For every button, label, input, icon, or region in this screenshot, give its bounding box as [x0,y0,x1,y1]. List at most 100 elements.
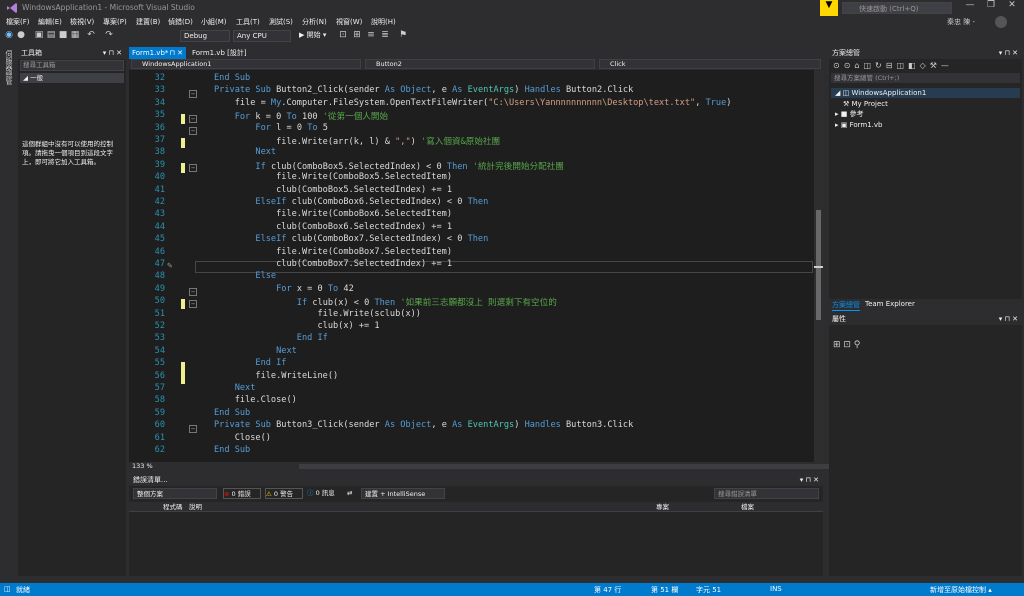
new-project-icon[interactable]: ▣ [34,30,44,40]
start-button[interactable]: ▶ 開始 ▾ [296,30,332,42]
warnings-filter-button[interactable]: ⚠ 0 警告 [265,488,303,499]
collapse-icon[interactable]: − [189,425,197,433]
code-line[interactable]: club(ComboBox5.SelectedIndex) += 1 [214,185,452,195]
tab-form1-vb[interactable]: Form1.vb* ⊓ ✕ [129,47,186,59]
toolbar-icon-b[interactable]: ⊞ [352,30,362,40]
panel-controls-icon[interactable]: ▾ ⊓ ✕ [999,313,1018,325]
menu-view[interactable]: 檢視(V) [70,17,94,27]
maximize-button[interactable]: ❐ [981,0,1001,14]
code-line[interactable]: Next [214,383,256,393]
menu-tools[interactable]: 工具(T) [236,17,260,27]
menu-build[interactable]: 建置(B) [136,17,160,27]
code-line[interactable]: End If [214,358,286,368]
editor-vertical-scrollbar[interactable] [814,70,823,462]
code-line[interactable]: file.Write(ComboBox5.SelectedItem) [214,172,452,182]
code-line[interactable]: file.WriteLine() [214,371,338,381]
code-line[interactable]: End Sub [214,73,250,83]
panel-controls-icon[interactable]: ▾ ⊓ ✕ [800,475,819,486]
code-line[interactable]: ElseIf club(ComboBox6.SelectedIndex) < 0… [214,197,488,207]
collapse-icon[interactable]: − [189,90,197,98]
code-line[interactable]: Next [214,346,297,356]
code-line[interactable]: Next [214,147,276,157]
tree-item-form1[interactable]: ▸ ▣ Form1.vb [835,120,883,130]
menu-debug[interactable]: 偵錯(D) [168,17,193,27]
code-line[interactable]: If club(ComboBox5.SelectedIndex) < 0 The… [214,160,564,172]
avatar[interactable] [995,16,1007,28]
column-file[interactable]: 檔案 [741,502,754,512]
save-all-icon[interactable]: ▦ [70,30,80,40]
add-to-source-control-button[interactable]: 新增至原始檔控制 ▴ [930,585,992,595]
code-line[interactable]: file.Write(sclub(x)) [214,309,420,319]
tab-form1-design[interactable]: Form1.vb [設計] [189,47,269,59]
filter-icon[interactable]: ⇄ [347,488,357,499]
server-explorer-tab[interactable]: 伺服器總管 [0,46,16,576]
code-editor[interactable]: 32 End Sub 33 Private Sub Button2_Click(sen… [129,70,814,462]
close-button[interactable]: ✕ [1002,0,1022,14]
project-dropdown[interactable]: WindowsApplication1 [131,59,361,69]
redo-icon[interactable]: ↷ [104,30,114,40]
object-dropdown[interactable]: Button2 [365,59,595,69]
solution-search-input[interactable]: 搜尋方案總管 (Ctrl+;) [831,73,1020,83]
code-line[interactable]: Private Sub Button2_Click(sender As Obje… [214,85,633,95]
code-line[interactable]: For x = 0 To 42 [214,284,354,294]
menu-test[interactable]: 測試(S) [269,17,293,27]
close-icon[interactable]: ⊓ ✕ [169,47,183,59]
toolbar-icon-c[interactable]: ≡ [366,30,376,40]
code-line[interactable]: file.Write(arr(k, l) & ",") '寫入個資&原始社團 [214,135,500,147]
menu-analyze[interactable]: 分析(N) [302,17,327,27]
zoom-level[interactable]: 133 % [132,462,153,470]
menu-edit[interactable]: 編輯(E) [38,17,62,27]
error-search-input[interactable]: 搜尋錯誤清單 [714,488,819,499]
bookmark-icon[interactable]: ⚑ [398,30,408,40]
toolbar-icon-a[interactable]: ⊡ [338,30,348,40]
menu-help[interactable]: 說明(H) [371,17,396,27]
errors-filter-button[interactable]: ⊗ 0 錯誤 [223,488,261,499]
tree-solution[interactable]: ◢ ◫ WindowsApplication1 [831,88,1020,98]
code-line[interactable]: club(x) += 1 [214,321,379,331]
event-dropdown[interactable]: Click [599,59,821,69]
column-description[interactable]: 說明 [189,502,202,512]
toolbox-group-general[interactable]: ◢ 一般 [20,73,124,83]
scope-dropdown[interactable]: 整個方案 [133,488,217,499]
menu-team[interactable]: 小組(M) [201,17,227,27]
code-line[interactable]: End Sub [214,408,250,418]
menu-project[interactable]: 專案(P) [103,17,127,27]
back-icon[interactable]: ◉ [4,30,14,40]
undo-icon[interactable]: ↶ [86,30,96,40]
code-line[interactable]: Else [214,271,276,281]
code-line[interactable]: End If [214,333,328,343]
code-line[interactable]: If club(x) < 0 Then '如果前三志願都沒上 則選剩下有空位的 [214,296,557,308]
menu-file[interactable]: 檔案(F) [6,17,30,27]
collapse-icon[interactable]: − [189,300,197,308]
collapse-icon[interactable]: − [189,115,197,123]
save-icon[interactable]: ■ [58,30,68,40]
build-filter-dropdown[interactable]: 建置 + IntelliSense [361,488,445,499]
code-line[interactable]: Private Sub Button3_Click(sender As Obje… [214,420,633,430]
code-line[interactable]: ElseIf club(ComboBox7.SelectedIndex) < 0… [214,234,488,244]
code-line[interactable]: club(ComboBox6.SelectedIndex) += 1 [214,222,452,232]
tree-item-my-project[interactable]: ⚒ My Project [843,99,888,109]
open-icon[interactable]: ▤ [46,30,56,40]
collapse-icon[interactable]: − [189,127,197,135]
properties-toolbar-icons[interactable]: ⊞ ⊡ ⚲ [833,340,867,352]
notification-flag-icon[interactable]: ▼ [820,0,838,16]
messages-filter-button[interactable]: ⓘ 0 訊息 [307,488,345,499]
panel-controls-icon[interactable]: ▾ ⊓ ✕ [999,47,1018,59]
toolbox-search-input[interactable]: 搜尋工具箱 [20,60,124,71]
quick-launch-input[interactable]: 快速啟動 (Ctrl+Q) [842,2,952,14]
code-line[interactable]: file.Write(ComboBox6.SelectedItem) [214,209,452,219]
code-line[interactable]: club(ComboBox7.SelectedIndex) += 1 [214,259,452,269]
configuration-dropdown[interactable]: Debug [180,30,230,42]
code-line[interactable]: file = My.Computer.FileSystem.OpenTextFi… [214,98,732,108]
tree-item-references[interactable]: ▸ ■ 參考 [835,109,864,119]
code-line[interactable]: file.Close() [214,395,297,405]
collapse-icon[interactable]: − [189,288,197,296]
pin-icon[interactable]: ▾ ⊓ ✕ [103,47,122,59]
menu-window[interactable]: 視窗(W) [336,17,362,27]
minimize-button[interactable]: — [960,0,980,14]
collapse-icon[interactable]: − [189,164,197,172]
column-project[interactable]: 專案 [656,502,669,512]
solution-toolbar-icons[interactable]: ⊙⊙⌂◫↻⊟◫◧◇⚒— [833,61,953,70]
code-line[interactable]: For l = 0 To 5 [214,123,328,133]
user-name[interactable]: 秦忠 陳 - [947,17,975,27]
